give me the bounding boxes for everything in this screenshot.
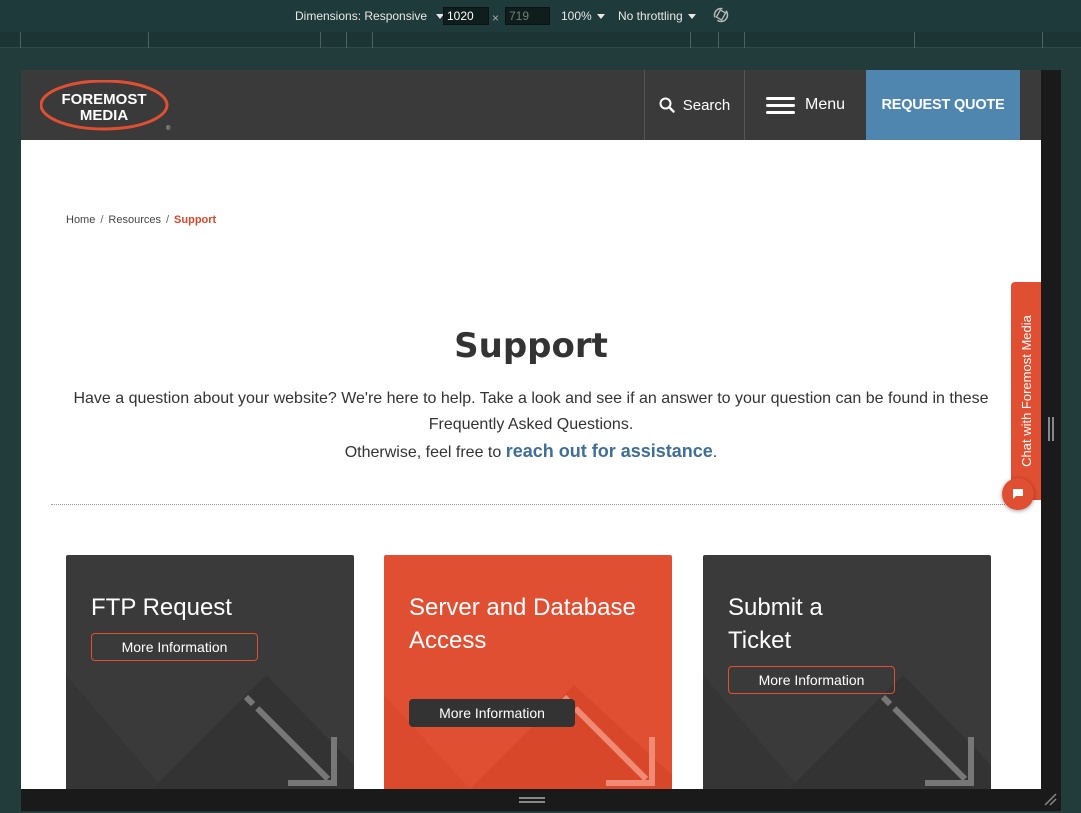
card-title: Submit a Ticket [728,594,823,654]
menu-button[interactable]: Menu [745,70,866,140]
search-label: Search [682,96,731,114]
throttling-label: No throttling [618,9,683,23]
page-title: Support [454,326,608,366]
card-server-database-access[interactable]: Server and Database Access More Informat… [384,555,672,789]
card-ftp-request[interactable]: FTP Request More Information [66,555,354,789]
intro-line1: Have a question about your website? We'r… [73,390,989,433]
times-sign: × [492,11,500,25]
more-information-button[interactable]: More Information [91,633,258,661]
card-title: Server and Database Access [409,594,636,654]
breadcrumb-current: Support [174,214,217,226]
site-header: FOREMOST MEDIA ® Search Menu REQUEST QUO… [21,70,1041,140]
chat-icon [1013,489,1023,499]
logo-line2: MEDIA [80,107,129,124]
section-divider [51,504,1011,505]
card-submit-ticket[interactable]: Submit a Ticket More Information [703,555,991,789]
page-viewport: FOREMOST MEDIA ® Search Menu REQUEST QUO… [21,70,1041,789]
search-icon [659,97,675,113]
chevron-down-icon [687,14,696,20]
intro-line2-prefix: Otherwise, feel free to [344,444,506,461]
chat-bubble-button[interactable] [1002,478,1034,510]
width-input[interactable] [443,7,489,25]
registered-mark: ® [166,125,171,132]
intro-text: Have a question about your website? We'r… [71,386,991,466]
logo-line1: FOREMOST [62,91,147,108]
request-quote-button[interactable]: REQUEST QUOTE [866,70,1020,140]
breadcrumb-home[interactable]: Home [66,214,95,226]
chat-tab[interactable]: Chat with Foremost Media [1011,282,1041,500]
media-query-ruler[interactable] [0,32,1081,48]
zoom-label: 100% [561,9,592,23]
dimensions-dropdown[interactable]: Dimensions: Responsive [295,9,445,23]
reach-out-link[interactable]: reach out for assistance [506,441,713,461]
breadcrumb-resources[interactable]: Resources [108,214,161,226]
intro-line2-suffix: . [712,444,718,461]
intro-line2: Otherwise, feel free to reach out for as… [71,438,991,466]
throttling-dropdown[interactable]: No throttling [618,9,696,23]
hamburger-icon [765,96,795,114]
viewport-resize-handle-right[interactable] [1041,70,1061,789]
more-information-button[interactable]: More Information [728,666,895,694]
dimensions-label: Dimensions: Responsive [295,9,428,23]
zoom-dropdown[interactable]: 100% [561,9,605,23]
more-information-button[interactable]: More Information [409,699,575,727]
viewport-resize-handle-bottom[interactable] [21,789,1061,811]
chevron-down-icon [596,14,605,20]
menu-label: Menu [804,96,846,113]
breadcrumb-separator: / [100,214,104,226]
rotate-icon[interactable] [712,6,730,24]
search-button[interactable]: Search [644,70,745,140]
card-title: FTP Request [91,594,232,621]
breadcrumb-separator: / [165,214,170,226]
chat-tab-label: Chat with Foremost Media [1018,315,1034,467]
height-input[interactable] [505,7,550,25]
breadcrumb: Home / Resources / Support [66,214,216,226]
resize-corner-icon[interactable] [1043,792,1057,806]
foremost-media-logo[interactable]: FOREMOST MEDIA ® [40,80,172,132]
devtools-toolbar: Dimensions: Responsive × 100% No throttl… [0,0,1081,32]
